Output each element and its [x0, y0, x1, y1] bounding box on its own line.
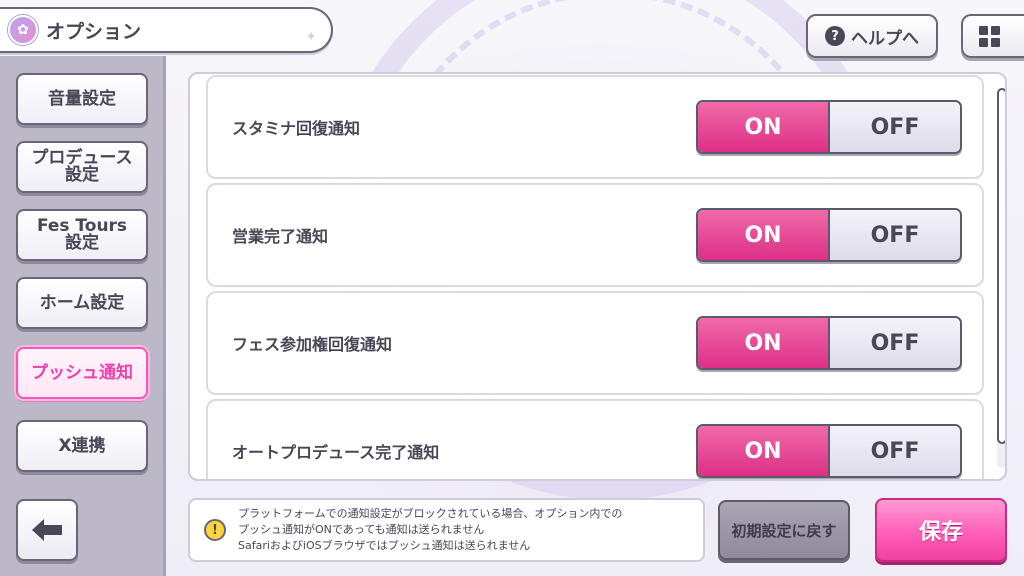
arrow-left-icon	[32, 519, 62, 541]
sidebar-item-label: ホーム設定	[39, 292, 125, 313]
setting-row-stamina: スタミナ回復通知 ON OFF	[206, 75, 984, 179]
setting-label: スタミナ回復通知	[232, 119, 361, 138]
sidebar-item-label: Fes Tours 設定	[36, 216, 128, 253]
sidebar-item-label: 音量設定	[48, 88, 116, 109]
help-button-label: ヘルプへ	[851, 28, 919, 49]
sidebar-item-label: プッシュ通知	[31, 362, 133, 383]
auto-produce-toggle: ON OFF	[696, 424, 962, 478]
settings-panel: スタミナ回復通知 ON OFF 営業完了通知 ON OFF フェス参加権回復通知…	[188, 72, 1007, 481]
question-icon: ?	[825, 26, 845, 46]
save-button[interactable]: 保存	[875, 498, 1007, 562]
reset-defaults-button[interactable]: 初期設定に戻す	[718, 500, 850, 560]
toggle-off-button[interactable]: OFF	[830, 210, 960, 260]
setting-row-work-complete: 営業完了通知 ON OFF	[206, 183, 984, 287]
notice-text: プラットフォームでの通知設定がブロックされている場合、オプション内での プッシュ…	[238, 506, 622, 554]
sidebar-item-label: X連携	[58, 435, 106, 456]
sidebar-item-push-notification[interactable]: プッシュ通知	[16, 347, 148, 399]
fes-entry-toggle: ON OFF	[696, 316, 962, 370]
toggle-off-button[interactable]: OFF	[830, 426, 960, 476]
back-button[interactable]	[16, 499, 78, 561]
reset-defaults-label: 初期設定に戻す	[731, 521, 837, 540]
scrollbar[interactable]	[997, 88, 1005, 468]
sidebar: 音量設定 プロデュース 設定 Fes Tours 設定 ホーム設定 プッシュ通知…	[0, 56, 166, 576]
setting-label: フェス参加権回復通知	[232, 335, 393, 354]
toggle-on-button[interactable]: ON	[698, 102, 830, 152]
setting-label: オートプロデュース完了通知	[232, 443, 440, 462]
stamina-toggle: ON OFF	[696, 100, 962, 154]
warning-icon: !	[204, 519, 226, 541]
toggle-on-button[interactable]: ON	[698, 318, 830, 368]
notice-line: プラットフォームでの通知設定がブロックされている場合、オプション内での	[238, 507, 623, 520]
notice-line: SafariおよびiOSブラウザではプッシュ通知は送られません	[238, 539, 531, 552]
toggle-off-button[interactable]: OFF	[830, 318, 960, 368]
sparkle-icon: ✦	[305, 29, 317, 45]
scrollbar-thumb[interactable]	[997, 88, 1005, 444]
notice-box: ! プラットフォームでの通知設定がブロックされている場合、オプション内での プッ…	[188, 498, 705, 562]
grid-menu-icon	[979, 25, 1000, 47]
page-title: オプション	[46, 20, 142, 43]
sidebar-item-x-link[interactable]: X連携	[16, 420, 148, 472]
sidebar-item-label: プロデュース 設定	[31, 148, 133, 185]
sidebar-item-fes-tours[interactable]: Fes Tours 設定	[16, 209, 148, 261]
save-button-label: 保存	[918, 520, 963, 545]
toggle-on-button[interactable]: ON	[698, 210, 830, 260]
work-complete-toggle: ON OFF	[696, 208, 962, 262]
toggle-off-button[interactable]: OFF	[830, 102, 960, 152]
setting-row-fes-entry: フェス参加権回復通知 ON OFF	[206, 291, 984, 395]
setting-label: 営業完了通知	[232, 227, 329, 246]
toggle-on-button[interactable]: ON	[698, 426, 830, 476]
sidebar-item-volume[interactable]: 音量設定	[16, 73, 148, 125]
sidebar-item-produce[interactable]: プロデュース 設定	[16, 141, 148, 193]
setting-row-auto-produce: オートプロデュース完了通知 ON OFF	[206, 399, 984, 479]
options-icon: ✿	[8, 15, 38, 45]
menu-button[interactable]	[961, 14, 1024, 58]
help-button[interactable]: ? ヘルプへ	[806, 14, 938, 58]
notice-line: プッシュ通知がONであっても通知は送られません	[238, 523, 485, 536]
page-title-bar: ✿ オプション ✦	[0, 7, 333, 53]
sidebar-item-home[interactable]: ホーム設定	[16, 277, 148, 329]
